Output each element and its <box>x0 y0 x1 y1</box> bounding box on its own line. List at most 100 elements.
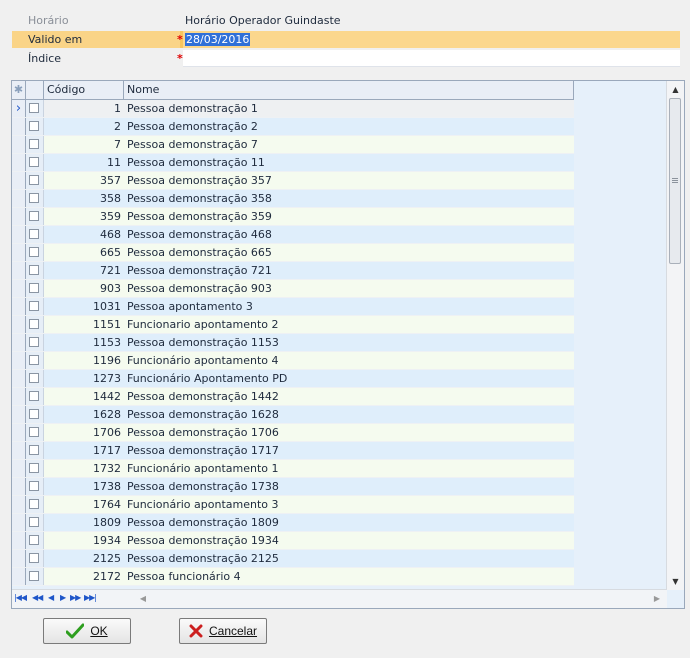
table-row[interactable]: 1732 Funcionário apontamento 1 <box>12 460 574 478</box>
row-checkbox[interactable] <box>26 442 44 459</box>
row-checkbox[interactable] <box>26 334 44 351</box>
row-checkbox[interactable] <box>26 280 44 297</box>
cancel-button[interactable]: Cancelar <box>179 618 267 644</box>
row-name: Pessoa demonstração 1153 <box>124 334 574 351</box>
row-code: 1717 <box>44 442 124 459</box>
people-grid[interactable]: ✱ Código Nome › 1 Pessoa demonstração 1 2 Pe… <box>11 80 685 609</box>
row-name: Funcionario apontamento 2 <box>124 316 574 333</box>
row-checkbox[interactable] <box>26 388 44 405</box>
table-row[interactable]: 359 Pessoa demonstração 359 <box>12 208 574 226</box>
next-page-icon[interactable]: ▶▶ <box>70 592 81 604</box>
row-checkbox[interactable] <box>26 100 44 117</box>
grid-navigator: |◀◀ ◀◀ ◀ ▶ ▶▶ ▶▶| ◀ ▶ <box>12 589 667 608</box>
table-row[interactable]: 2172 Pessoa funcionário 4 <box>12 568 574 586</box>
last-page-icon[interactable]: ▶▶| <box>84 592 97 604</box>
vertical-scrollbar[interactable]: ▲ ▼ <box>666 81 684 590</box>
table-row[interactable]: 1738 Pessoa demonstração 1738 <box>12 478 574 496</box>
checkbox-icon <box>29 301 39 311</box>
row-checkbox[interactable] <box>26 136 44 153</box>
ok-button[interactable]: OK <box>43 618 131 644</box>
row-indicator <box>12 352 26 369</box>
row-checkbox[interactable] <box>26 172 44 189</box>
row-checkbox[interactable] <box>26 424 44 441</box>
row-indicator <box>12 244 26 261</box>
checkbox-icon <box>29 517 39 527</box>
row-checkbox[interactable] <box>26 514 44 531</box>
header-codigo[interactable]: Código <box>44 81 124 99</box>
row-checkbox[interactable] <box>26 298 44 315</box>
valido-em-field[interactable]: 28/03/2016 <box>183 31 680 48</box>
row-checkbox[interactable] <box>26 226 44 243</box>
indice-field[interactable] <box>183 50 680 67</box>
table-row[interactable]: 1151 Funcionario apontamento 2 <box>12 316 574 334</box>
scroll-down-icon[interactable]: ▼ <box>667 573 684 590</box>
checkbox-icon <box>29 247 39 257</box>
row-name: Pessoa demonstração 468 <box>124 226 574 243</box>
table-row[interactable]: 7 Pessoa demonstração 7 <box>12 136 574 154</box>
scroll-up-icon[interactable]: ▲ <box>667 81 684 98</box>
scroll-right-icon[interactable]: ▶ <box>650 592 664 605</box>
first-page-icon[interactable]: |◀◀ <box>14 592 27 604</box>
row-checkbox[interactable] <box>26 118 44 135</box>
row-checkbox[interactable] <box>26 406 44 423</box>
header-nome[interactable]: Nome <box>124 81 574 99</box>
checkbox-icon <box>29 571 39 581</box>
row-indicator <box>12 262 26 279</box>
row-checkbox[interactable] <box>26 244 44 261</box>
prev-page-icon[interactable]: ◀◀ <box>32 592 43 604</box>
row-checkbox[interactable] <box>26 532 44 549</box>
table-row[interactable]: 11 Pessoa demonstração 11 <box>12 154 574 172</box>
table-row[interactable]: 1764 Funcionário apontamento 3 <box>12 496 574 514</box>
row-indicator <box>12 190 26 207</box>
scroll-left-icon[interactable]: ◀ <box>136 592 150 605</box>
row-checkbox[interactable] <box>26 478 44 495</box>
table-row[interactable]: 665 Pessoa demonstração 665 <box>12 244 574 262</box>
table-row[interactable]: 468 Pessoa demonstração 468 <box>12 226 574 244</box>
row-checkbox[interactable] <box>26 208 44 225</box>
table-row[interactable]: 2125 Pessoa demonstração 2125 <box>12 550 574 568</box>
row-checkbox[interactable] <box>26 190 44 207</box>
row-checkbox[interactable] <box>26 262 44 279</box>
row-checkbox[interactable] <box>26 154 44 171</box>
grid-header: ✱ Código Nome <box>12 81 574 100</box>
table-row[interactable]: 1934 Pessoa demonstração 1934 <box>12 532 574 550</box>
table-row[interactable]: › 1 Pessoa demonstração 1 <box>12 100 574 118</box>
checkbox-icon <box>29 337 39 347</box>
row-checkbox[interactable] <box>26 460 44 477</box>
table-row[interactable]: 1153 Pessoa demonstração 1153 <box>12 334 574 352</box>
row-name: Pessoa demonstração 357 <box>124 172 574 189</box>
row-code: 2 <box>44 118 124 135</box>
table-row[interactable]: 1273 Funcionário Apontamento PD <box>12 370 574 388</box>
table-row[interactable]: 358 Pessoa demonstração 358 <box>12 190 574 208</box>
table-row[interactable]: 1442 Pessoa demonstração 1442 <box>12 388 574 406</box>
row-code: 1442 <box>44 388 124 405</box>
table-row[interactable]: 2 Pessoa demonstração 2 <box>12 118 574 136</box>
row-indicator <box>12 136 26 153</box>
next-row-icon[interactable]: ▶ <box>60 592 66 604</box>
table-row[interactable]: 1031 Pessoa apontamento 3 <box>12 298 574 316</box>
row-checkbox[interactable] <box>26 568 44 585</box>
scroll-thumb[interactable] <box>669 98 681 264</box>
valido-em-label: Valido em <box>12 31 180 48</box>
row-checkbox[interactable] <box>26 550 44 567</box>
table-row[interactable]: 903 Pessoa demonstração 903 <box>12 280 574 298</box>
table-row[interactable]: 1706 Pessoa demonstração 1706 <box>12 424 574 442</box>
valido-em-row[interactable]: Valido em * 28/03/2016 <box>12 31 680 48</box>
row-indicator <box>12 298 26 315</box>
table-row[interactable]: 1196 Funcionário apontamento 4 <box>12 352 574 370</box>
prev-row-icon[interactable]: ◀ <box>48 592 54 604</box>
table-row[interactable]: 357 Pessoa demonstração 357 <box>12 172 574 190</box>
row-checkbox[interactable] <box>26 316 44 333</box>
table-row[interactable]: 1628 Pessoa demonstração 1628 <box>12 406 574 424</box>
row-name: Pessoa demonstração 665 <box>124 244 574 261</box>
row-checkbox[interactable] <box>26 370 44 387</box>
row-name: Pessoa demonstração 359 <box>124 208 574 225</box>
row-checkbox[interactable] <box>26 496 44 513</box>
table-row[interactable]: 1717 Pessoa demonstração 1717 <box>12 442 574 460</box>
row-checkbox[interactable] <box>26 352 44 369</box>
table-row[interactable]: 1809 Pessoa demonstração 1809 <box>12 514 574 532</box>
table-row[interactable]: 721 Pessoa demonstração 721 <box>12 262 574 280</box>
indice-row[interactable]: Índice * <box>12 50 680 67</box>
horizontal-scrollbar[interactable]: ◀ ▶ <box>136 592 664 605</box>
checkbox-icon <box>29 211 39 221</box>
